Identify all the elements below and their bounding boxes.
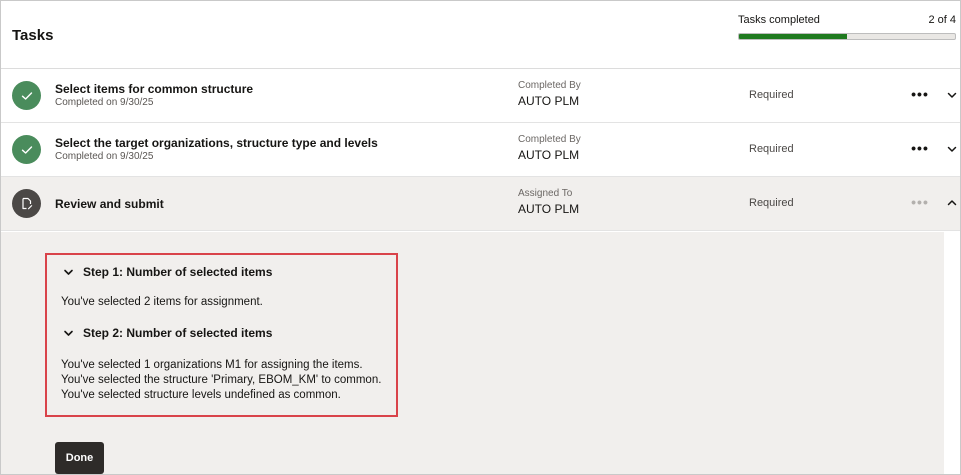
task-row-review-and-submit[interactable]: Review and submit Assigned To AUTO PLM R…	[1, 177, 960, 231]
more-actions-button[interactable]: •••	[911, 191, 929, 213]
panel-gutter	[944, 232, 960, 474]
task-row-select-target-organizations[interactable]: Select the target organizations, structu…	[1, 123, 960, 177]
step-2-toggle[interactable]: Step 2: Number of selected items	[63, 326, 272, 340]
assignee-label: Completed By	[518, 80, 581, 91]
assignee-name: AUTO PLM	[518, 148, 580, 162]
task-completed-date: Completed on 9/30/25	[55, 151, 154, 162]
tasks-window: Tasks Tasks completed 2 of 4 Select item…	[0, 0, 961, 475]
document-edit-icon	[12, 189, 41, 218]
chevron-up-icon[interactable]	[945, 196, 959, 210]
step-2-line: You've selected the structure 'Primary, …	[61, 374, 382, 386]
assignee-label: Assigned To	[518, 188, 573, 199]
checkmark-icon	[12, 135, 41, 164]
assignee-label: Completed By	[518, 134, 581, 145]
step-1-toggle[interactable]: Step 1: Number of selected items	[63, 265, 272, 279]
task-title[interactable]: Select the target organizations, structu…	[55, 136, 378, 150]
page-title: Tasks	[12, 27, 54, 44]
more-actions-button[interactable]: •••	[911, 83, 929, 105]
tasks-header: Tasks Tasks completed 2 of 4	[1, 1, 960, 69]
task-title[interactable]: Select items for common structure	[55, 82, 253, 96]
requirement-status: Required	[749, 143, 794, 155]
progress-bar	[738, 33, 956, 40]
task-row-select-items[interactable]: Select items for common structure Comple…	[1, 69, 960, 123]
step-1-line: You've selected 2 items for assignment.	[61, 296, 263, 308]
step-2-heading: Step 2: Number of selected items	[83, 326, 273, 340]
chevron-down-icon	[64, 330, 73, 336]
progress-label: Tasks completed	[738, 14, 820, 26]
assignee-name: AUTO PLM	[518, 202, 580, 216]
task-title[interactable]: Review and submit	[55, 197, 164, 211]
chevron-down-icon	[64, 269, 73, 275]
requirement-status: Required	[749, 197, 794, 209]
assignee-name: AUTO PLM	[518, 94, 580, 108]
checkmark-icon	[12, 81, 41, 110]
done-button[interactable]: Done	[55, 442, 104, 474]
chevron-down-icon[interactable]	[945, 88, 959, 102]
progress-count: 2 of 4	[928, 14, 956, 26]
task-completed-date: Completed on 9/30/25	[55, 97, 154, 108]
step-1-heading: Step 1: Number of selected items	[83, 265, 273, 279]
step-2-line: You've selected structure levels undefin…	[61, 389, 341, 401]
more-actions-button[interactable]: •••	[911, 137, 929, 159]
step-2-line: You've selected 1 organizations M1 for a…	[61, 359, 363, 371]
requirement-status: Required	[749, 89, 794, 101]
progress-bar-fill	[739, 34, 847, 39]
chevron-down-icon[interactable]	[945, 142, 959, 156]
